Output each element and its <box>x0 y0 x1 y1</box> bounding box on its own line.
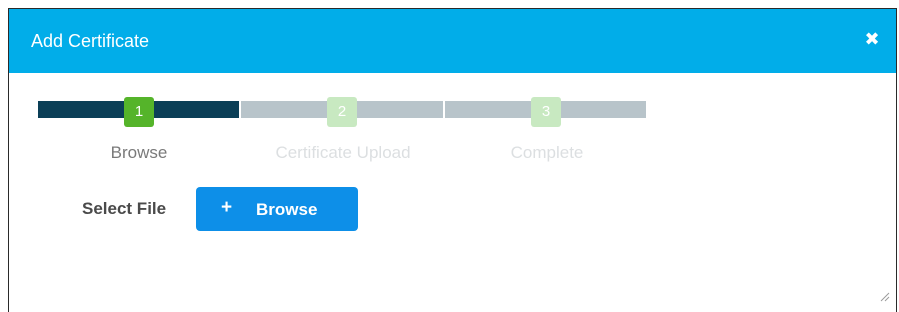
step-1-label: Browse <box>110 143 168 162</box>
step-3-label: Complete <box>510 143 584 162</box>
resize-handle-icon[interactable] <box>878 290 890 302</box>
dialog-title: Add Certificate <box>31 31 150 51</box>
select-file-label: Select File <box>82 199 167 218</box>
step-2-label: Certificate Upload <box>275 143 411 162</box>
browse-button-label: Browse <box>256 200 318 219</box>
step-2-badge: 2 <box>327 97 357 127</box>
add-certificate-dialog: Add Certificate ✖ 1 2 3 Browse Certifica… <box>8 8 897 312</box>
browse-button[interactable]: + Browse <box>196 187 358 231</box>
dialog-header: Add Certificate ✖ <box>9 9 896 73</box>
close-icon[interactable]: ✖ <box>862 27 882 51</box>
plus-icon: + <box>221 197 233 218</box>
step-1-badge: 1 <box>124 97 154 127</box>
wizard-stepper: 1 2 3 Browse Certificate Upload Complete <box>38 97 648 171</box>
step-3-badge: 3 <box>531 97 561 127</box>
